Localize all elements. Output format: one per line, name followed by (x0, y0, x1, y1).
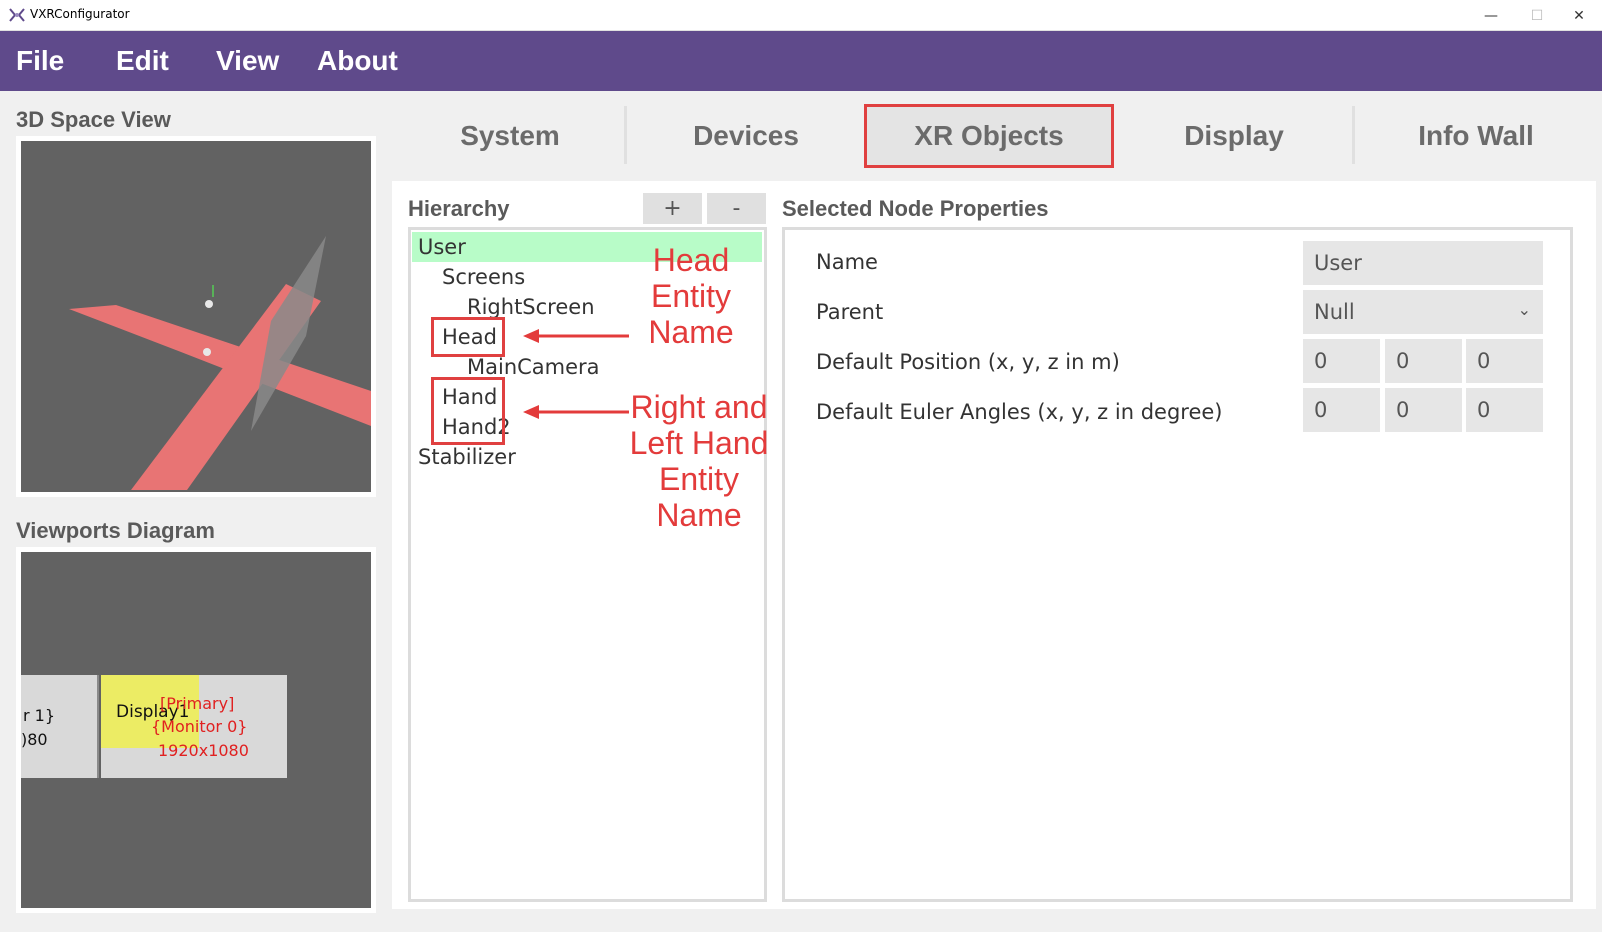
tab-system[interactable]: System (400, 104, 620, 168)
menu-view[interactable]: View (216, 31, 279, 91)
resolution-tag: 1920x1080 (158, 741, 249, 760)
euler-label: Default Euler Angles (x, y, z in degree) (816, 400, 1223, 424)
app-icon (9, 8, 25, 22)
hierarchy-title: Hierarchy (408, 196, 510, 221)
tab-info-wall[interactable]: Info Wall (1366, 104, 1586, 168)
tab-separator (1352, 106, 1355, 164)
viewports-frame: r 1} )80 Display1 [Primary] {Monitor 0} … (16, 547, 376, 913)
hierarchy-tree[interactable]: User Screens RightScreen Head MainCamera… (408, 227, 769, 902)
position-x-input[interactable]: 0 (1303, 339, 1380, 383)
tab-separator (624, 106, 627, 164)
space-view-frame (16, 136, 376, 497)
space-view-title: 3D Space View (16, 107, 171, 132)
viewport-left-resolution: )80 (21, 730, 48, 749)
viewports-title: Viewports Diagram (16, 518, 215, 543)
minimize-button[interactable]: — (1468, 0, 1514, 31)
position-label: Default Position (x, y, z in m) (816, 350, 1120, 374)
properties-panel: Name User Parent Null ⌄ Default Position… (782, 227, 1573, 902)
add-node-button[interactable]: + (643, 193, 702, 224)
hands-annotation: Right and Left Hand Entity Name (629, 389, 769, 533)
parent-select[interactable]: Null ⌄ (1303, 290, 1543, 334)
tree-item-stabilizer[interactable]: Stabilizer (418, 445, 516, 469)
maximize-button[interactable]: ☐ (1514, 0, 1560, 31)
menu-about[interactable]: About (317, 31, 398, 91)
space-view-canvas[interactable] (21, 141, 371, 492)
position-y-input[interactable]: 0 (1385, 339, 1462, 383)
menu-bar: File Edit View About (0, 31, 1602, 91)
monitor-tag: {Monitor 0} (151, 717, 248, 736)
hands-highlight-box (431, 377, 505, 445)
parent-label: Parent (816, 300, 884, 324)
tab-display[interactable]: Display (1124, 104, 1344, 168)
hands-arrow-icon (523, 405, 629, 419)
remove-node-button[interactable]: - (707, 193, 766, 224)
position-z-input[interactable]: 0 (1466, 339, 1543, 383)
name-label: Name (816, 250, 878, 274)
euler-y-input[interactable]: 0 (1385, 388, 1462, 432)
tab-devices[interactable]: Devices (636, 104, 856, 168)
viewport-left[interactable]: r 1} )80 (21, 675, 99, 778)
euler-x-input[interactable]: 0 (1303, 388, 1380, 432)
space-view-scene (69, 236, 371, 490)
tree-item-rightscreen[interactable]: RightScreen (467, 295, 595, 319)
chevron-down-icon: ⌄ (1517, 300, 1531, 319)
tab-xr-objects[interactable]: XR Objects (864, 104, 1114, 168)
hand-node-icon (203, 348, 211, 356)
window-titlebar: VXRConfigurator — ☐ ✕ (0, 0, 1602, 31)
menu-file[interactable]: File (16, 31, 64, 91)
tree-item-maincamera[interactable]: MainCamera (467, 355, 600, 379)
head-node-icon (205, 300, 213, 308)
viewport-left-name: r 1} (23, 706, 56, 725)
primary-tag: [Primary] (160, 694, 235, 713)
window-title: VXRConfigurator (30, 7, 130, 21)
viewports-canvas[interactable]: r 1} )80 Display1 [Primary] {Monitor 0} … (21, 552, 371, 908)
head-highlight-box (431, 317, 505, 357)
viewport-primary[interactable]: Display1 [Primary] {Monitor 0} 1920x1080 (101, 675, 287, 778)
properties-title: Selected Node Properties (782, 196, 1049, 221)
head-annotation: Head Entity Name (648, 242, 734, 350)
close-button[interactable]: ✕ (1556, 0, 1602, 31)
tree-item-screens[interactable]: Screens (442, 265, 525, 289)
menu-edit[interactable]: Edit (116, 31, 169, 91)
euler-z-input[interactable]: 0 (1466, 388, 1543, 432)
head-arrow-icon (523, 329, 629, 343)
parent-select-value: Null (1314, 300, 1355, 324)
name-input[interactable]: User (1303, 241, 1543, 285)
tree-item-user[interactable]: User (418, 235, 466, 259)
